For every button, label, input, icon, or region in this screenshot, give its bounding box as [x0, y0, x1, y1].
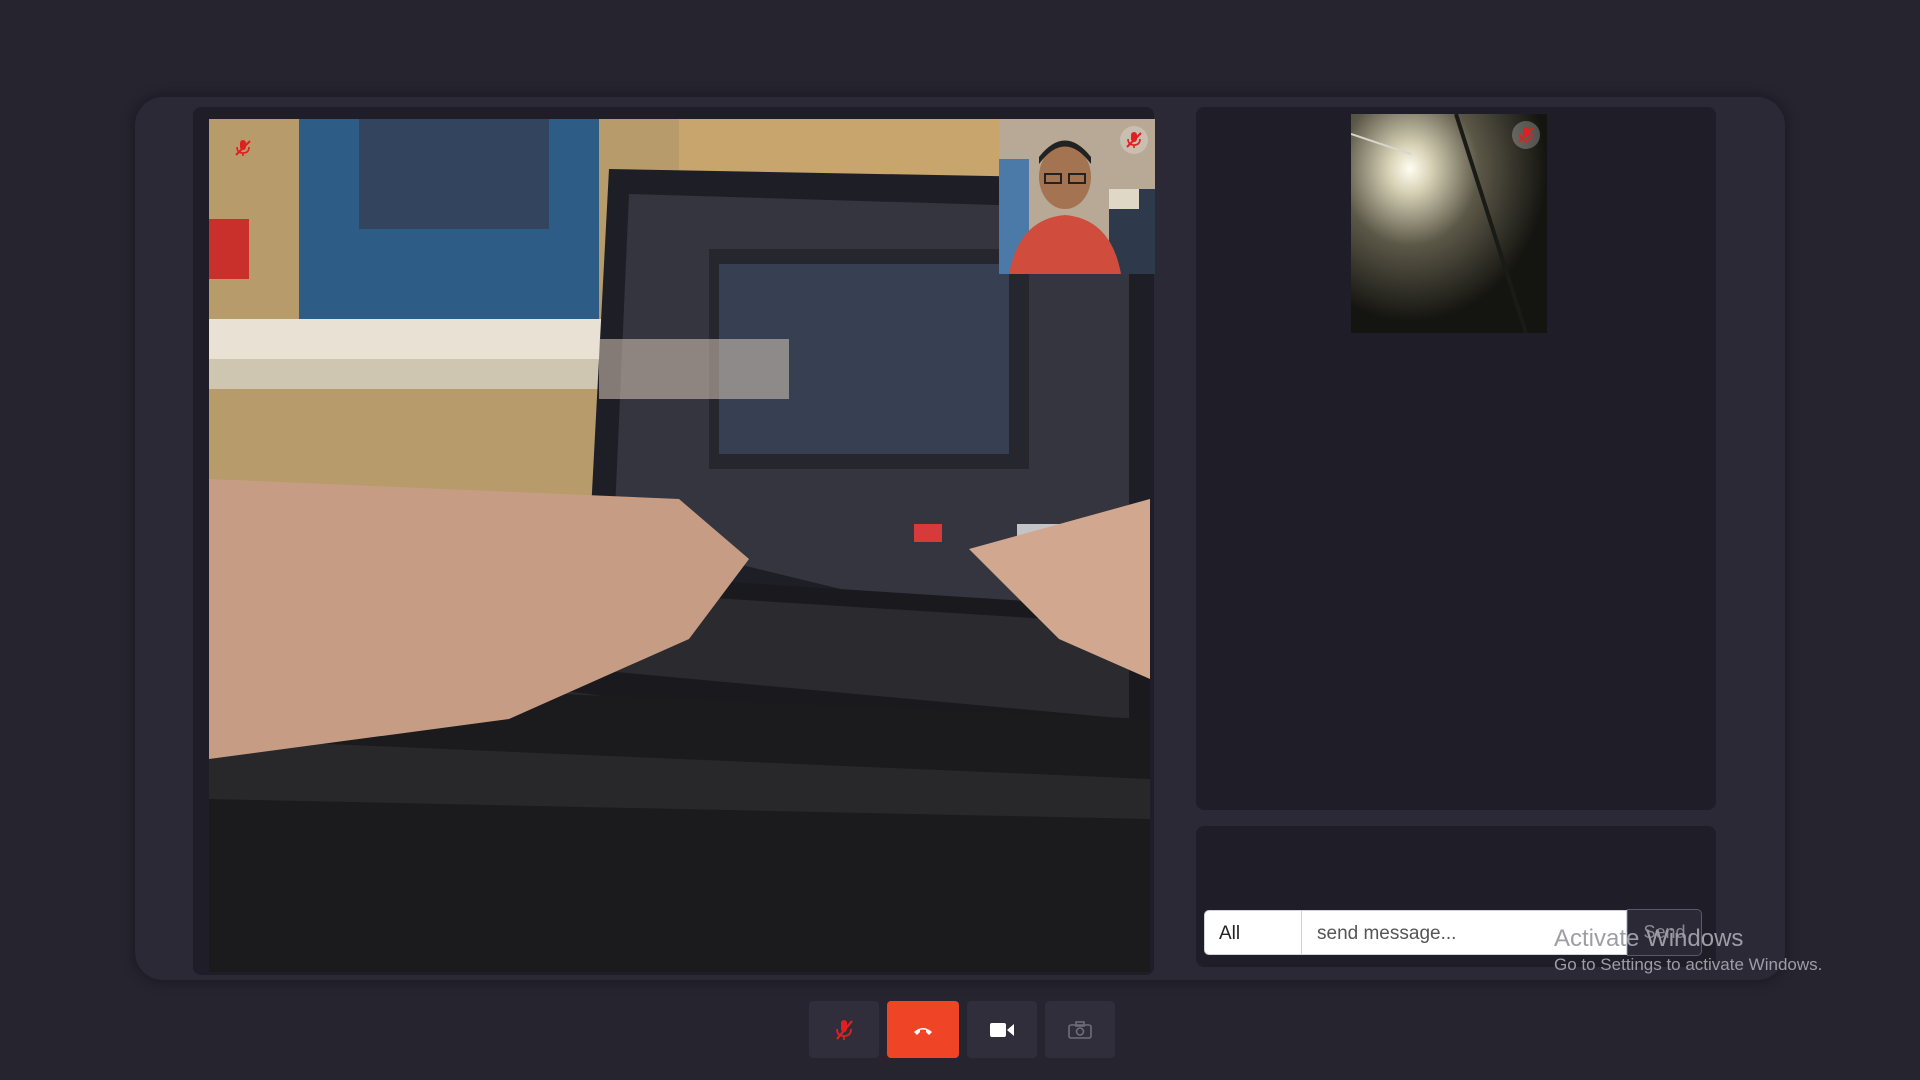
- call-controls: [809, 1001, 1115, 1058]
- windows-activation-watermark: Activate Windows Go to Settings to activ…: [1554, 924, 1822, 976]
- main-video-mute-indicator: [229, 134, 257, 162]
- camera-icon: [1068, 1020, 1092, 1039]
- end-call-button[interactable]: [887, 1001, 959, 1058]
- recipient-select[interactable]: All: [1204, 910, 1302, 955]
- phone-hangup-icon: [914, 1027, 932, 1035]
- mic-off-icon: [1126, 132, 1142, 148]
- self-video-feed[interactable]: [999, 119, 1155, 274]
- mic-toggle-button[interactable]: [809, 1001, 879, 1058]
- watermark-subtitle: Go to Settings to activate Windows.: [1554, 955, 1823, 974]
- mic-off-icon: [235, 140, 251, 156]
- participant-video-tile[interactable]: [1351, 114, 1547, 333]
- mic-off-icon: [836, 1019, 853, 1040]
- self-video-mute-indicator: [1120, 126, 1148, 154]
- snapshot-button[interactable]: [1045, 1001, 1115, 1058]
- video-camera-icon: [990, 1022, 1014, 1037]
- mic-off-icon: [1518, 127, 1534, 143]
- participant-mute-indicator: [1512, 121, 1540, 149]
- video-toggle-button[interactable]: [967, 1001, 1037, 1058]
- watermark-title: Activate Windows: [1554, 925, 1744, 952]
